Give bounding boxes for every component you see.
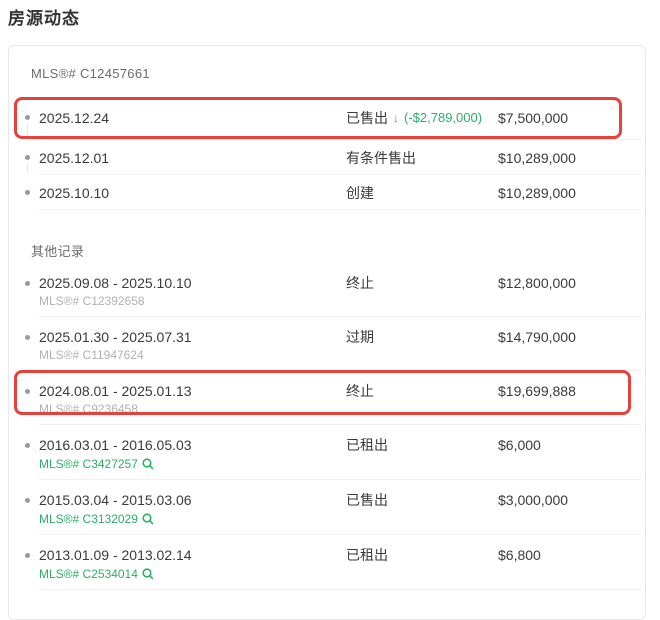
row-price: $7,500,000 bbox=[498, 108, 641, 128]
row-date: 2024.08.01 - 2025.01.13 bbox=[39, 381, 346, 401]
record-group: 其他记录2025.09.08 - 2025.10.10MLS®# C123926… bbox=[25, 242, 641, 590]
row-status-cell: 终止 bbox=[346, 381, 498, 401]
status-label: 已售出 bbox=[346, 490, 388, 510]
row-date: 2015.03.04 - 2015.03.06 bbox=[39, 490, 346, 510]
status-label: 过期 bbox=[346, 327, 374, 347]
mls-link-label: MLS®# C3427257 bbox=[39, 457, 138, 471]
row-date: 2016.03.01 - 2016.05.03 bbox=[39, 435, 346, 455]
row-price: $12,800,000 bbox=[498, 273, 641, 293]
timeline-connector-line bbox=[27, 124, 28, 137]
status-label: 有条件售出 bbox=[346, 148, 416, 168]
mls-sub-label: MLS®# C11947624 bbox=[39, 348, 346, 362]
bullet-dot-icon bbox=[25, 115, 30, 120]
mls-number-link[interactable]: MLS®# C2534014 bbox=[39, 567, 154, 581]
row-price: $10,289,000 bbox=[498, 148, 641, 168]
row-date: 2025.09.08 - 2025.10.10 bbox=[39, 273, 346, 293]
row-price: $19,699,888 bbox=[498, 381, 641, 401]
mls-sub-label: MLS®# C12392658 bbox=[39, 294, 346, 308]
search-icon[interactable] bbox=[142, 568, 154, 580]
timeline-row: 2016.03.01 - 2016.05.03 MLS®# C3427257 已租出… bbox=[25, 425, 641, 480]
row-price: $14,790,000 bbox=[498, 327, 641, 347]
mls-link-label: MLS®# C3132029 bbox=[39, 512, 138, 526]
listing-history-card: MLS®# C124576612025.12.24已售出↓(-$2,789,00… bbox=[8, 45, 646, 620]
timeline-row: 2025.09.08 - 2025.10.10MLS®# C12392658终止… bbox=[25, 263, 641, 317]
timeline-row: 2025.12.01有条件售出 $10,289,000 bbox=[25, 140, 641, 175]
bullet-dot-icon bbox=[25, 553, 30, 558]
status-label: 已租出 bbox=[346, 545, 388, 565]
record-rows: 2025.09.08 - 2025.10.10MLS®# C12392658终止… bbox=[25, 263, 641, 590]
row-date-cell: 2025.12.01 bbox=[39, 148, 346, 168]
row-date-cell: 2025.09.08 - 2025.10.10MLS®# C12392658 bbox=[39, 273, 346, 308]
timeline-connector-line bbox=[27, 164, 28, 173]
row-price: $6,000 bbox=[498, 435, 641, 455]
search-icon[interactable] bbox=[142, 458, 154, 470]
row-status-cell: 已售出 bbox=[346, 490, 498, 510]
price-drop-arrow-icon: ↓ bbox=[393, 108, 399, 128]
status-label: 终止 bbox=[346, 381, 374, 401]
status-label: 已租出 bbox=[346, 435, 388, 455]
row-date: 2025.01.30 - 2025.07.31 bbox=[39, 327, 346, 347]
group-header: 其他记录 bbox=[31, 242, 641, 262]
record-rows: 2025.12.24已售出↓(-$2,789,000)$7,500,000202… bbox=[25, 96, 641, 210]
row-status-cell: 有条件售出 bbox=[346, 148, 498, 168]
row-status-cell: 创建 bbox=[346, 183, 498, 203]
row-date-cell: 2025.10.10 bbox=[39, 183, 346, 203]
search-icon[interactable] bbox=[142, 513, 154, 525]
bullet-dot-icon bbox=[25, 190, 30, 195]
timeline-row: 2013.01.09 - 2013.02.14 MLS®# C2534014 已租出… bbox=[25, 535, 641, 590]
record-group: MLS®# C12457661 2025.12.24已售出↓(-$2,789,00… bbox=[25, 64, 641, 210]
group-header: MLS®# C12457661 bbox=[31, 64, 641, 84]
row-divider bbox=[39, 589, 641, 590]
row-date-cell: 2016.03.01 - 2016.05.03 MLS®# C3427257 bbox=[39, 435, 346, 473]
row-status-cell: 已租出 bbox=[346, 435, 498, 455]
mls-link-label: MLS®# C2534014 bbox=[39, 567, 138, 581]
row-price: $10,289,000 bbox=[498, 183, 641, 203]
timeline-row: 2025.12.24已售出↓(-$2,789,000)$7,500,000 bbox=[25, 96, 641, 140]
status-label: 已售出 bbox=[346, 108, 388, 128]
timeline-row: 2024.08.01 - 2025.01.13MLS®# C9236458终止 $… bbox=[25, 371, 641, 425]
status-label: 创建 bbox=[346, 183, 374, 203]
row-date: 2025.10.10 bbox=[39, 183, 346, 203]
status-label: 终止 bbox=[346, 273, 374, 293]
listing-history-page: 房源动态 MLS®# C124576612025.12.24已售出↓(-$2,7… bbox=[0, 0, 660, 609]
row-status-cell: 已租出 bbox=[346, 545, 498, 565]
bullet-dot-icon bbox=[25, 155, 30, 160]
bullet-dot-icon bbox=[25, 335, 30, 340]
row-status-cell: 终止 bbox=[346, 273, 498, 293]
row-date: 2025.12.01 bbox=[39, 148, 346, 168]
timeline-groups: MLS®# C124576612025.12.24已售出↓(-$2,789,00… bbox=[25, 64, 641, 590]
price-change-amount: (-$2,789,000) bbox=[404, 108, 482, 128]
row-date-cell: 2015.03.04 - 2015.03.06 MLS®# C3132029 bbox=[39, 490, 346, 528]
bullet-dot-icon bbox=[25, 389, 30, 394]
bullet-dot-icon bbox=[25, 281, 30, 286]
row-price: $6,800 bbox=[498, 545, 641, 565]
row-divider bbox=[39, 209, 641, 210]
timeline-row: 2015.03.04 - 2015.03.06 MLS®# C3132029 已售出… bbox=[25, 480, 641, 535]
row-date: 2013.01.09 - 2013.02.14 bbox=[39, 545, 346, 565]
bullet-dot-icon bbox=[25, 443, 30, 448]
mls-number-link[interactable]: MLS®# C3427257 bbox=[39, 457, 154, 471]
timeline-row: 2025.10.10创建 $10,289,000 bbox=[25, 175, 641, 210]
row-date-cell: 2013.01.09 - 2013.02.14 MLS®# C2534014 bbox=[39, 545, 346, 583]
row-price: $3,000,000 bbox=[498, 490, 641, 510]
mls-number-link[interactable]: MLS®# C3132029 bbox=[39, 512, 154, 526]
row-date-cell: 2025.12.24 bbox=[39, 108, 346, 128]
row-date-cell: 2025.01.30 - 2025.07.31MLS®# C11947624 bbox=[39, 327, 346, 362]
row-date-cell: 2024.08.01 - 2025.01.13MLS®# C9236458 bbox=[39, 381, 346, 416]
row-status-cell: 已售出↓(-$2,789,000) bbox=[346, 108, 498, 128]
bullet-dot-icon bbox=[25, 498, 30, 503]
mls-sub-label: MLS®# C9236458 bbox=[39, 402, 346, 416]
row-date: 2025.12.24 bbox=[39, 108, 346, 128]
page-title: 房源动态 bbox=[8, 8, 80, 30]
timeline-row: 2025.01.30 - 2025.07.31MLS®# C11947624过期… bbox=[25, 317, 641, 371]
row-status-cell: 过期 bbox=[346, 327, 498, 347]
